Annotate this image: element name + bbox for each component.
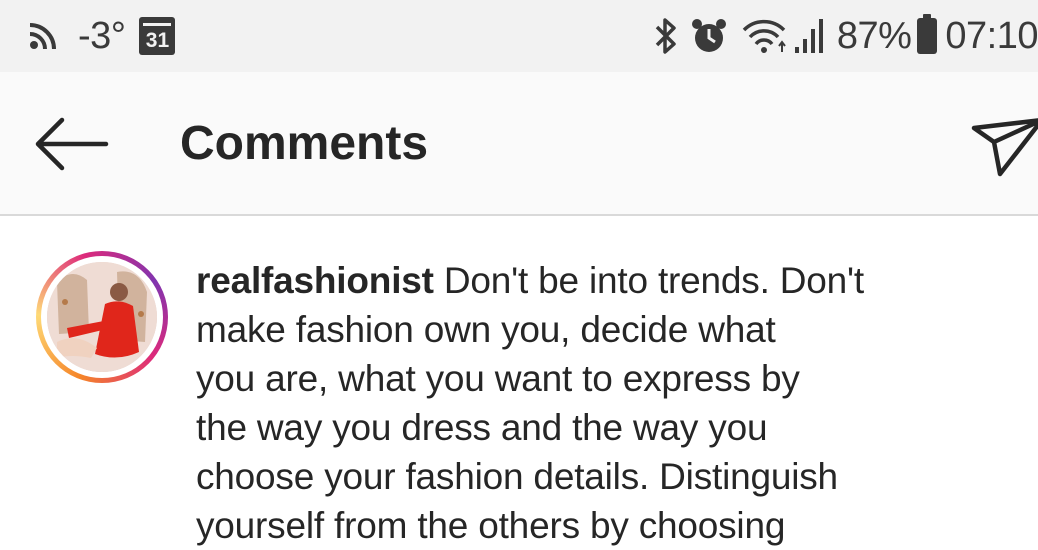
status-bar: -3° 31 87% 07:10 <box>0 0 1038 72</box>
clock: 07:10 <box>945 15 1038 57</box>
comment-username[interactable]: realfashionist <box>196 260 434 301</box>
comment-text-line: you are, what you want to express by <box>196 358 800 399</box>
calendar-icon: 31 <box>139 17 176 55</box>
avatar-image <box>47 262 157 372</box>
comments-header: Comments <box>0 72 1038 216</box>
direct-message-button[interactable] <box>966 112 1038 182</box>
cast-icon <box>28 21 58 51</box>
temperature: -3° <box>78 15 126 57</box>
profile-photo-icon <box>47 262 157 372</box>
alarm-icon <box>689 16 729 56</box>
arrow-left-icon <box>35 117 109 171</box>
comment-text-line: the way you dress and the way you <box>196 407 768 448</box>
battery-percent: 87% <box>836 15 912 57</box>
avatar[interactable] <box>36 251 168 383</box>
status-bar-right: 87% 07:10 <box>653 14 1038 58</box>
back-button[interactable] <box>28 114 112 174</box>
page-title: Comments <box>180 117 429 170</box>
comment-text-line: yourself from the others by choosing <box>196 505 786 546</box>
comment-text-line: choose your fashion details. Distinguish <box>196 456 838 497</box>
signal-icon <box>793 17 827 55</box>
calendar-day: 31 <box>145 29 170 52</box>
comment-body: realfashionist Don't be into trends. Don… <box>196 256 976 550</box>
comment-line-1: realfashionist Don't be into trends. Don… <box>196 256 976 305</box>
comment-text-line: Don't be into trends. Don't <box>443 260 864 301</box>
paper-plane-icon <box>971 118 1038 177</box>
avatar-border <box>41 256 163 378</box>
comment-text-line: make fashion own you, decide what <box>196 309 776 350</box>
comment-item: realfashionist Don't be into trends. Don… <box>0 218 1038 546</box>
bluetooth-icon <box>653 16 679 56</box>
battery-icon <box>917 14 938 54</box>
wifi-icon <box>741 18 787 54</box>
status-bar-left: -3° 31 <box>28 14 176 58</box>
